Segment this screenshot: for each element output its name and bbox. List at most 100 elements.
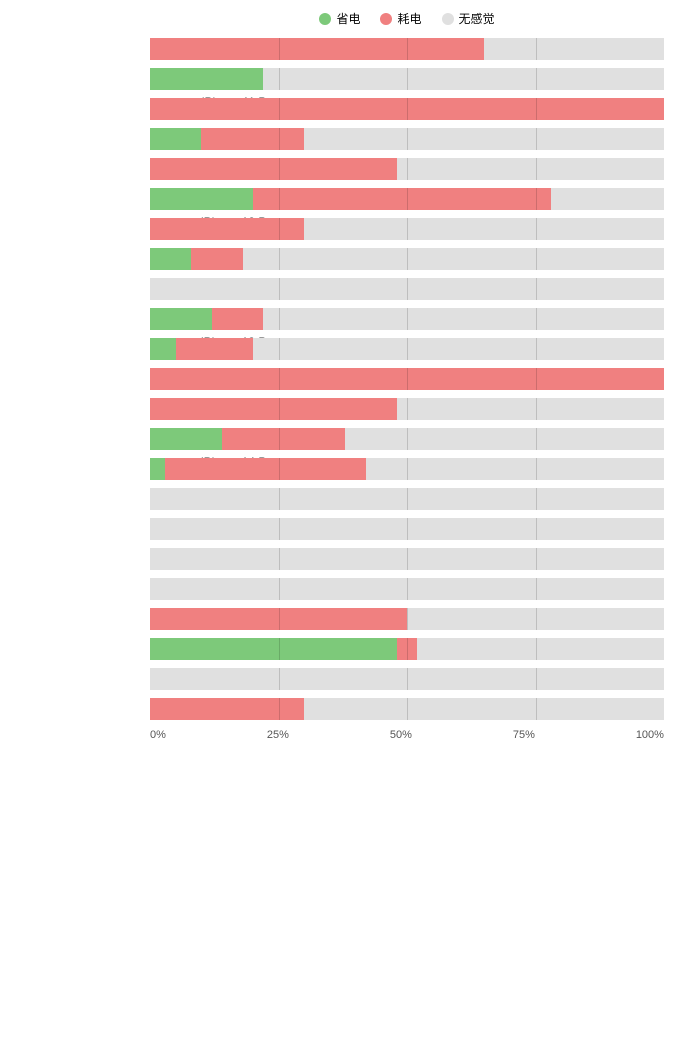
bar-segment-red: [150, 368, 664, 390]
bar-segment-red: [253, 188, 551, 210]
xaxis-label: 50%: [390, 729, 412, 741]
bar-track: [150, 548, 664, 570]
bar-segment-red: [150, 398, 397, 420]
vline-75: [536, 578, 537, 600]
vline-75: [536, 218, 537, 240]
vline-75: [536, 38, 537, 60]
vline-75: [536, 188, 537, 210]
bar-track: [150, 248, 664, 270]
bar-row: iPhone 11: [150, 35, 664, 63]
bar-segment-red: [165, 458, 365, 480]
legend-color-dot: [442, 13, 454, 25]
bar-segment-green: [150, 308, 212, 330]
bar-track: [150, 608, 664, 630]
xaxis-label: 25%: [267, 729, 289, 741]
vline-75: [536, 518, 537, 540]
vline-75: [536, 488, 537, 510]
bar-row: iPhone 12 ProMax: [150, 215, 664, 243]
vline-75: [536, 398, 537, 420]
bar-segment-red: [150, 608, 407, 630]
legend: 省电 耗电 无感觉: [10, 10, 664, 27]
bar-track: [150, 578, 664, 600]
bar-track: [150, 638, 664, 660]
bar-track: [150, 428, 664, 450]
bar-segment-red: [150, 158, 397, 180]
bar-row: iPhone 8: [150, 485, 664, 513]
bar-segment-green: [150, 428, 222, 450]
xaxis-label: 75%: [513, 729, 535, 741]
bar-track: [150, 488, 664, 510]
bar-row: iPhone 11 ProMax: [150, 95, 664, 123]
bar-row: iPhone 12 Pro: [150, 185, 664, 213]
vline-75: [536, 278, 537, 300]
chart-area: iPhone 11iPhone 11 ProiPhone 11 ProMaxiP…: [10, 35, 664, 723]
bar-segment-green: [150, 128, 201, 150]
vline-75: [536, 698, 537, 720]
bar-segment-green: [150, 248, 191, 270]
bar-row: iPhone 11 Pro: [150, 65, 664, 93]
vline-75: [536, 308, 537, 330]
bar-row: iPhone 14 Plus: [150, 395, 664, 423]
bar-segment-red: [150, 98, 664, 120]
bar-track: [150, 518, 664, 540]
bar-track: [150, 458, 664, 480]
bar-row: iPhone 13 ProMax: [150, 335, 664, 363]
bar-track: [150, 98, 664, 120]
bar-track: [150, 398, 664, 420]
bar-segment-green: [150, 338, 176, 360]
bar-track: [150, 368, 664, 390]
bar-segment-red: [150, 698, 304, 720]
bar-row: iPhone X: [150, 605, 664, 633]
bar-row: iPhone 14: [150, 365, 664, 393]
vline-75: [536, 158, 537, 180]
bar-row: iPhone 12 mini: [150, 155, 664, 183]
vline-75: [536, 248, 537, 270]
bar-segment-green: [150, 188, 253, 210]
bar-row: iPhone 12: [150, 125, 664, 153]
vline-75: [536, 128, 537, 150]
vline-75: [536, 68, 537, 90]
bar-segment-red: [150, 218, 304, 240]
bar-track: [150, 38, 664, 60]
chart-container: 省电 耗电 无感觉 iPhone 11iPhone 11 ProiPhone 11 …: [10, 10, 664, 741]
bar-segment-red: [191, 248, 242, 270]
vline-75: [536, 338, 537, 360]
bar-row: iPhone XS Max: [150, 695, 664, 723]
bar-segment-red: [212, 308, 263, 330]
legend-color-dot: [380, 13, 392, 25]
bar-segment-red: [176, 338, 253, 360]
xaxis-label: 100%: [636, 729, 664, 741]
bar-track: [150, 338, 664, 360]
bar-row: iPhone SE 第2代: [150, 545, 664, 573]
bar-row: iPhone 14 ProMax: [150, 455, 664, 483]
vline-75: [536, 368, 537, 390]
legend-item: 耗电: [380, 10, 421, 27]
bar-row: iPhone 13 mini: [150, 275, 664, 303]
bar-segment-red: [150, 38, 484, 60]
bar-segment-red: [222, 428, 345, 450]
vline-75: [536, 548, 537, 570]
bar-track: [150, 188, 664, 210]
bar-track: [150, 308, 664, 330]
vline-75: [536, 638, 537, 660]
vline-75: [536, 668, 537, 690]
bar-track: [150, 698, 664, 720]
legend-label: 省电: [336, 10, 360, 27]
bar-row: iPhone SE 第3代: [150, 575, 664, 603]
bar-row: iPhone 13 Pro: [150, 305, 664, 333]
legend-item: 省电: [319, 10, 360, 27]
vline-75: [536, 458, 537, 480]
bar-segment-red: [201, 128, 304, 150]
bar-segment-green: [150, 458, 165, 480]
bar-track: [150, 68, 664, 90]
bar-row: iPhone 13: [150, 245, 664, 273]
bar-track: [150, 158, 664, 180]
bar-row: iPhone 8 Plus: [150, 515, 664, 543]
bar-track: [150, 668, 664, 690]
x-axis: 0% 25% 50% 75% 100%: [150, 729, 664, 741]
legend-item: 无感觉: [442, 10, 495, 27]
vline-75: [536, 428, 537, 450]
legend-color-dot: [319, 13, 331, 25]
bar-track: [150, 278, 664, 300]
xaxis-label: 0%: [150, 729, 166, 741]
